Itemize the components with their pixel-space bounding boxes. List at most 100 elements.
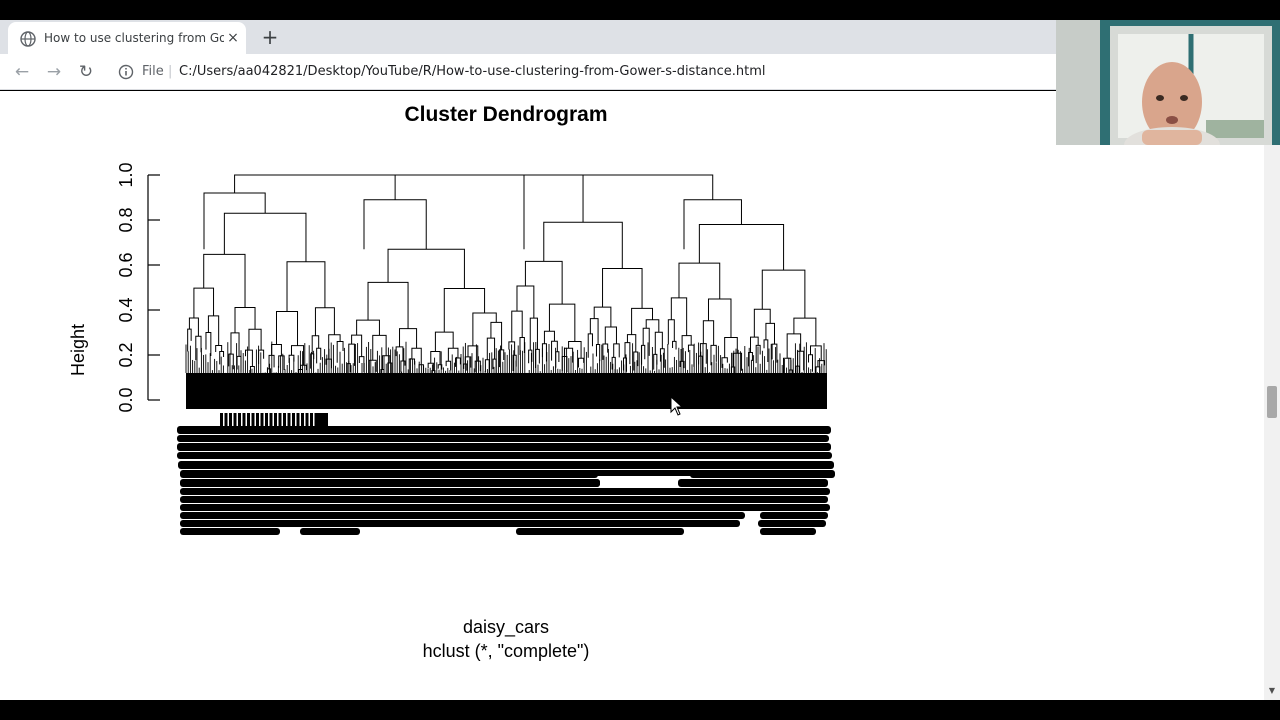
- y-tick-label: 0.6: [116, 252, 136, 277]
- dendrogram-link: [551, 340, 558, 361]
- back-arrow-icon[interactable]: ←: [12, 62, 32, 82]
- leaf-label-block: [760, 512, 828, 519]
- leaf-label-stub: [278, 413, 282, 427]
- dendrogram-link: [400, 360, 406, 373]
- close-tab-icon[interactable]: ×: [226, 31, 240, 45]
- address-bar-url[interactable]: C:/Users/aa042821/Desktop/YouTube/R/How-…: [179, 64, 766, 79]
- leaf-label-block: [690, 470, 835, 478]
- dendrogram-link: [568, 341, 582, 359]
- leaf-label-stub: [274, 413, 277, 427]
- leaf-label-stub: [269, 413, 273, 427]
- dendrogram-link: [443, 287, 486, 333]
- dendrogram-link: [203, 253, 246, 308]
- dendrogram-link: [793, 317, 817, 346]
- dendrogram-link: [678, 262, 721, 300]
- dendrogram-link: [555, 351, 560, 368]
- new-tab-button[interactable]: +: [260, 27, 280, 48]
- dendrogram-link: [595, 343, 601, 362]
- dendrogram-link: [367, 281, 409, 329]
- page-scrollbar[interactable]: ▼: [1264, 91, 1280, 700]
- webcam-image: [1056, 20, 1280, 145]
- dendrogram-link: [348, 343, 355, 366]
- dendrogram-link: [492, 358, 497, 373]
- dendrogram-link: [672, 340, 677, 350]
- scroll-down-arrow-icon[interactable]: ▼: [1268, 687, 1276, 695]
- leaf-label-stub: [247, 413, 250, 427]
- dendrogram-link: [817, 360, 826, 367]
- leaf-label-block: [516, 528, 684, 535]
- dendrogram-link: [399, 328, 418, 349]
- dendrogram-link: [267, 368, 272, 373]
- dendrogram-link: [750, 336, 759, 353]
- info-icon[interactable]: [118, 64, 134, 80]
- dendrogram-link: [314, 307, 335, 336]
- page-content: Cluster Dendrogram 0.0 0.2 0.4 0.6 0.8 1.0 He…: [0, 91, 1264, 700]
- dendrogram-link: [486, 337, 496, 360]
- tab-title: How to use clustering from Gower-s-dista…: [44, 31, 224, 45]
- dendrogram-link: [193, 287, 215, 318]
- leaf-label-stub: [296, 413, 300, 427]
- dendrogram-link: [363, 199, 427, 250]
- browser-tab[interactable]: How to use clustering from Gower-s-dista…: [8, 22, 246, 54]
- leaf-label-stub: [233, 413, 237, 427]
- scrollbar-thumb[interactable]: [1267, 386, 1277, 418]
- dendrogram-link: [205, 332, 212, 356]
- dendrogram-link: [577, 357, 585, 368]
- dendrogram-link: [275, 310, 299, 346]
- dendrogram-link: [687, 344, 695, 367]
- reload-icon[interactable]: ↻: [76, 62, 96, 82]
- dendrogram-link: [203, 192, 266, 250]
- leaf-label-block: [180, 512, 745, 519]
- url-separator: |: [168, 64, 173, 79]
- dendrogram-link: [786, 333, 802, 359]
- y-tick-label: 0.0: [116, 387, 136, 412]
- y-tick-label: 0.2: [116, 342, 136, 367]
- chart-subtitle: hclust (*, "complete"): [423, 641, 590, 661]
- dendrogram-link: [707, 298, 732, 338]
- tab-strip: How to use clustering from Gower-s-dista…: [0, 20, 1056, 54]
- y-axis: 0.0 0.2 0.4 0.6 0.8 1.0: [116, 162, 160, 413]
- leaf-label-stub: [283, 413, 286, 427]
- browser-toolbar: ← → ↻ File | C:/Users/aa042821/Desktop/Y…: [0, 54, 1056, 90]
- file-scheme-label: File: [142, 64, 164, 79]
- dendrogram-link: [593, 306, 612, 328]
- leaf-label-stub: [251, 413, 255, 427]
- globe-icon: [20, 31, 36, 47]
- dendrogram-link: [654, 331, 663, 355]
- dense-leaf-block: [186, 373, 827, 409]
- leaf-label-block: [180, 504, 830, 511]
- leaf-label-block: [180, 496, 828, 503]
- dendrogram-link: [328, 334, 341, 360]
- dendrogram-link: [667, 319, 675, 345]
- dendrogram-link: [248, 328, 262, 351]
- dendrogram-link: [523, 174, 584, 250]
- dendrogram-link: [472, 312, 497, 346]
- leaf-label-block: [758, 520, 826, 527]
- dendrogram-link: [245, 349, 253, 367]
- dendrogram-link: [702, 320, 715, 346]
- dendrogram-leaves: [185, 341, 827, 409]
- dendrogram-link: [356, 319, 380, 336]
- dendrogram-link: [516, 285, 535, 319]
- leaf-label-block: [678, 479, 828, 487]
- forward-arrow-icon[interactable]: →: [44, 62, 64, 82]
- leaf-label-block: [178, 461, 834, 469]
- y-tick-label: 0.8: [116, 207, 136, 232]
- leaf-label-stub: [316, 413, 328, 427]
- dendrogram-link: [490, 321, 503, 350]
- dendrogram-link: [589, 318, 599, 345]
- dendrogram-link: [271, 343, 282, 356]
- leaf-label-block: [180, 488, 830, 495]
- y-axis-label: Height: [68, 324, 88, 376]
- dendrogram-link: [641, 344, 646, 365]
- mouse-cursor-icon: [670, 396, 684, 416]
- dendrogram-link: [411, 347, 422, 365]
- leaf-label-stub: [256, 413, 259, 427]
- leaf-label-stub: [220, 413, 223, 427]
- chart-title: Cluster Dendrogram: [404, 103, 607, 126]
- screen: How to use clustering from Gower-s-dista…: [0, 0, 1280, 720]
- dendrogram-link: [316, 347, 322, 364]
- leaf-label-block: [177, 452, 832, 459]
- dendrogram-link: [765, 322, 775, 345]
- leaf-label-block: [177, 426, 831, 434]
